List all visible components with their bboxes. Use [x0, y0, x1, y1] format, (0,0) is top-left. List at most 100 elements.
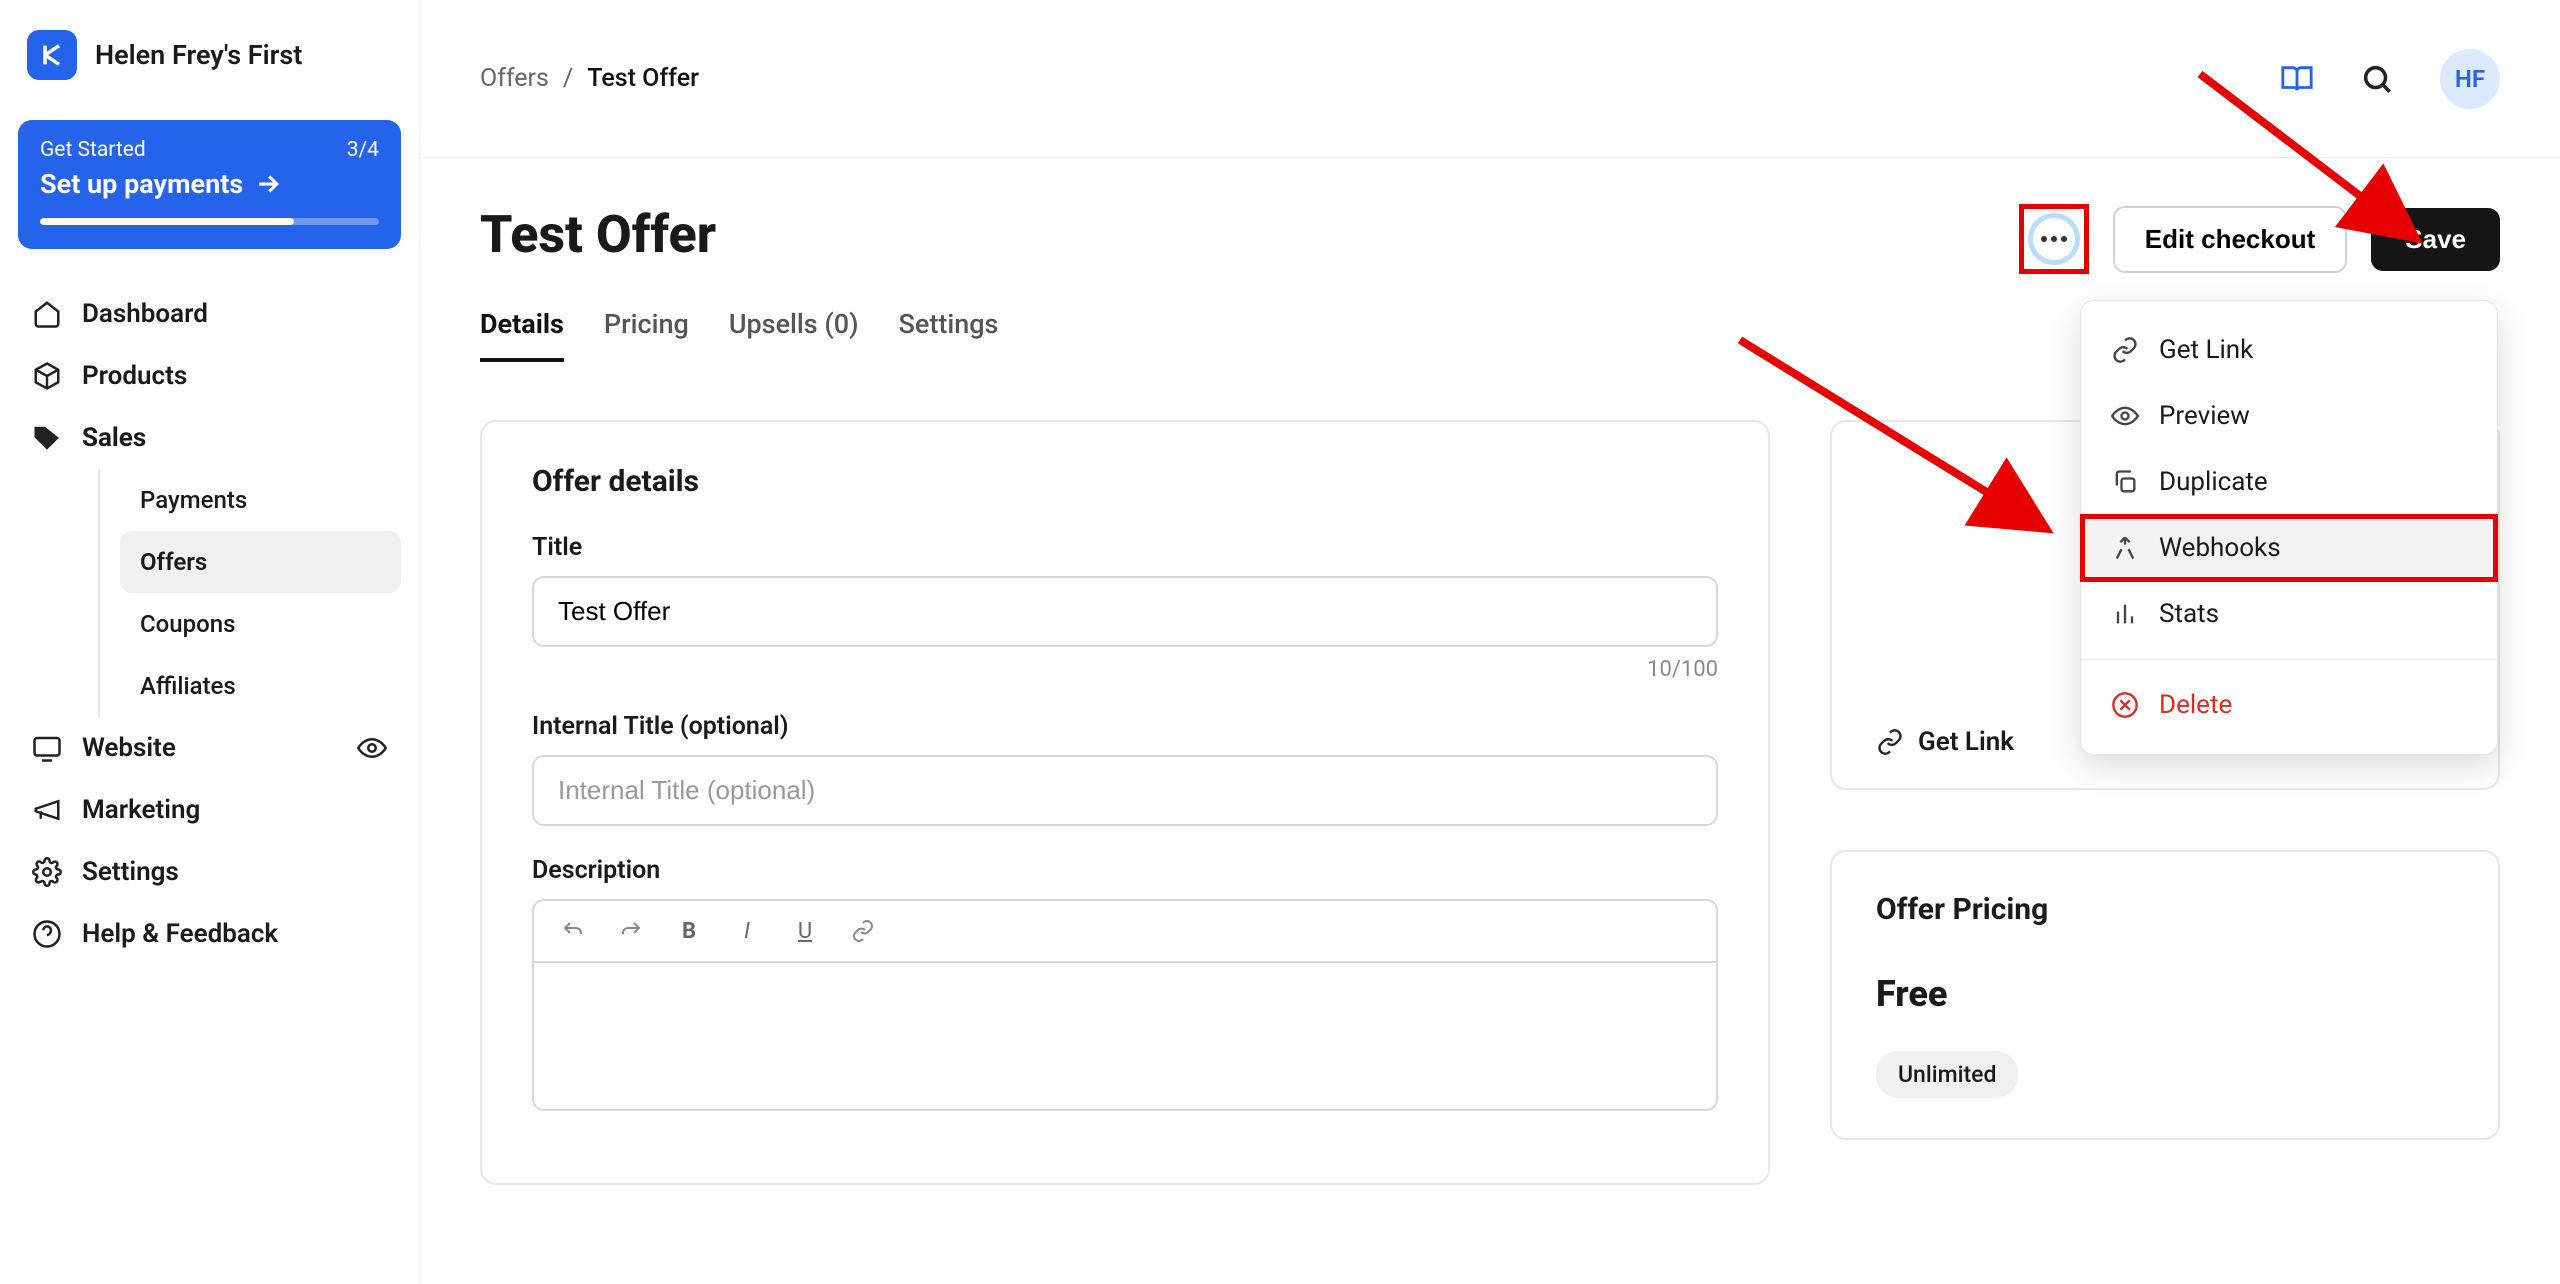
workspace-name: Helen Frey's First — [95, 39, 302, 71]
sidebar-item-sales[interactable]: Sales — [18, 407, 401, 469]
dropdown-webhooks[interactable]: Webhooks — [2081, 515, 2497, 581]
sidebar-item-label: Sales — [82, 423, 146, 453]
home-icon — [32, 299, 62, 329]
bold-icon: B — [682, 919, 696, 944]
save-button[interactable]: Save — [2371, 208, 2500, 271]
dropdown-item-label: Preview — [2159, 401, 2250, 431]
card-title: Offer details — [532, 464, 1718, 499]
bold-button[interactable]: B — [662, 911, 716, 951]
editor-toolbar: B I U — [532, 899, 1718, 961]
topbar: Offers / Test Offer HF — [420, 0, 2560, 158]
sidebar-sub-coupons[interactable]: Coupons — [120, 593, 401, 655]
pricing-free-label: Free — [1876, 973, 2454, 1015]
undo-icon — [561, 919, 585, 943]
more-actions-dropdown: Get Link Preview Duplicate Webhooks Stat… — [2080, 300, 2498, 755]
sidebar-item-website[interactable]: Website — [18, 717, 401, 779]
more-actions-button[interactable] — [2028, 213, 2080, 265]
dropdown-duplicate[interactable]: Duplicate — [2081, 449, 2497, 515]
sidebar-item-label: Marketing — [82, 795, 200, 825]
dropdown-item-label: Webhooks — [2159, 533, 2281, 563]
offer-pricing-card: Offer Pricing Free Unlimited — [1830, 850, 2500, 1140]
sidebar-item-marketing[interactable]: Marketing — [18, 779, 401, 841]
underline-button[interactable]: U — [778, 911, 832, 951]
title-label: Title — [532, 533, 1718, 562]
book-icon[interactable] — [2280, 62, 2314, 96]
monitor-icon — [32, 733, 62, 763]
pricing-section-title: Offer Pricing — [1876, 892, 2454, 927]
redo-icon — [619, 919, 643, 943]
box-icon — [32, 361, 62, 391]
redo-button[interactable] — [604, 911, 658, 951]
description-editor[interactable] — [532, 961, 1718, 1111]
sidebar: Helen Frey's First Get Started 3/4 Set u… — [0, 0, 420, 1284]
annotation-highlight-box — [2019, 204, 2089, 274]
eye-icon — [2111, 402, 2139, 430]
breadcrumb-current: Test Offer — [587, 64, 699, 93]
description-label: Description — [532, 856, 1718, 885]
get-started-step: 3/4 — [347, 138, 379, 162]
breadcrumb: Offers / Test Offer — [480, 64, 699, 93]
search-icon[interactable] — [2360, 62, 2394, 96]
tab-upsells[interactable]: Upsells (0) — [729, 308, 859, 362]
get-started-label: Get Started — [40, 138, 146, 162]
title-char-count: 10/100 — [532, 657, 1718, 682]
tab-settings[interactable]: Settings — [899, 308, 999, 362]
link-icon — [851, 919, 875, 943]
sales-submenu: Payments Offers Coupons Affiliates — [68, 469, 401, 717]
dropdown-preview[interactable]: Preview — [2081, 383, 2497, 449]
dropdown-item-label: Stats — [2159, 599, 2219, 629]
get-started-action: Set up payments — [40, 168, 243, 200]
breadcrumb-separator: / — [563, 64, 573, 93]
dropdown-stats[interactable]: Stats — [2081, 581, 2497, 647]
italic-icon: I — [744, 919, 750, 944]
tab-details[interactable]: Details — [480, 308, 564, 362]
sidebar-sub-offers[interactable]: Offers — [120, 531, 401, 593]
dropdown-item-label: Delete — [2159, 690, 2232, 720]
arrow-right-icon — [253, 169, 283, 199]
undo-button[interactable] — [546, 911, 600, 951]
progress-bar — [40, 218, 379, 225]
sidebar-item-label: Settings — [82, 857, 179, 887]
link-button[interactable] — [836, 911, 890, 951]
sidebar-item-dashboard[interactable]: Dashboard — [18, 283, 401, 345]
workspace-switcher[interactable]: Helen Frey's First — [18, 30, 401, 80]
gear-icon — [32, 857, 62, 887]
app-logo — [27, 30, 77, 80]
sidebar-item-label: Help & Feedback — [82, 919, 278, 949]
internal-title-label: Internal Title (optional) — [532, 712, 1718, 741]
underline-icon: U — [798, 919, 812, 944]
get-started-card[interactable]: Get Started 3/4 Set up payments — [18, 120, 401, 249]
chart-icon — [2111, 600, 2139, 628]
sidebar-item-help[interactable]: Help & Feedback — [18, 903, 401, 965]
dropdown-delete[interactable]: Delete — [2081, 672, 2497, 738]
dots-horizontal-icon — [2041, 236, 2067, 242]
offer-details-card: Offer details Title 10/100 Internal Titl… — [480, 420, 1770, 1185]
sidebar-item-label: Website — [82, 733, 176, 763]
sidebar-item-label: Products — [82, 361, 187, 391]
italic-button[interactable]: I — [720, 911, 774, 951]
avatar[interactable]: HF — [2440, 49, 2500, 109]
pricing-badge-unlimited: Unlimited — [1876, 1051, 2018, 1098]
eye-icon[interactable] — [357, 733, 387, 763]
dropdown-get-link[interactable]: Get Link — [2081, 317, 2497, 383]
help-icon — [32, 919, 62, 949]
webhook-icon — [2111, 534, 2139, 562]
page-title: Test Offer — [480, 204, 716, 265]
edit-checkout-button[interactable]: Edit checkout — [2113, 206, 2347, 273]
dropdown-divider — [2081, 659, 2497, 660]
delete-icon — [2111, 691, 2139, 719]
dropdown-item-label: Get Link — [2159, 335, 2253, 365]
sidebar-item-label: Dashboard — [82, 299, 208, 329]
dropdown-item-label: Duplicate — [2159, 467, 2268, 497]
title-input[interactable] — [532, 576, 1718, 647]
sidebar-sub-affiliates[interactable]: Affiliates — [120, 655, 401, 717]
tab-pricing[interactable]: Pricing — [604, 308, 689, 362]
internal-title-input[interactable] — [532, 755, 1718, 826]
sidebar-item-settings[interactable]: Settings — [18, 841, 401, 903]
breadcrumb-parent[interactable]: Offers — [480, 64, 549, 93]
megaphone-icon — [32, 795, 62, 825]
get-link-label: Get Link — [1918, 727, 2014, 757]
sidebar-item-products[interactable]: Products — [18, 345, 401, 407]
sidebar-sub-payments[interactable]: Payments — [120, 469, 401, 531]
link-icon — [2111, 336, 2139, 364]
